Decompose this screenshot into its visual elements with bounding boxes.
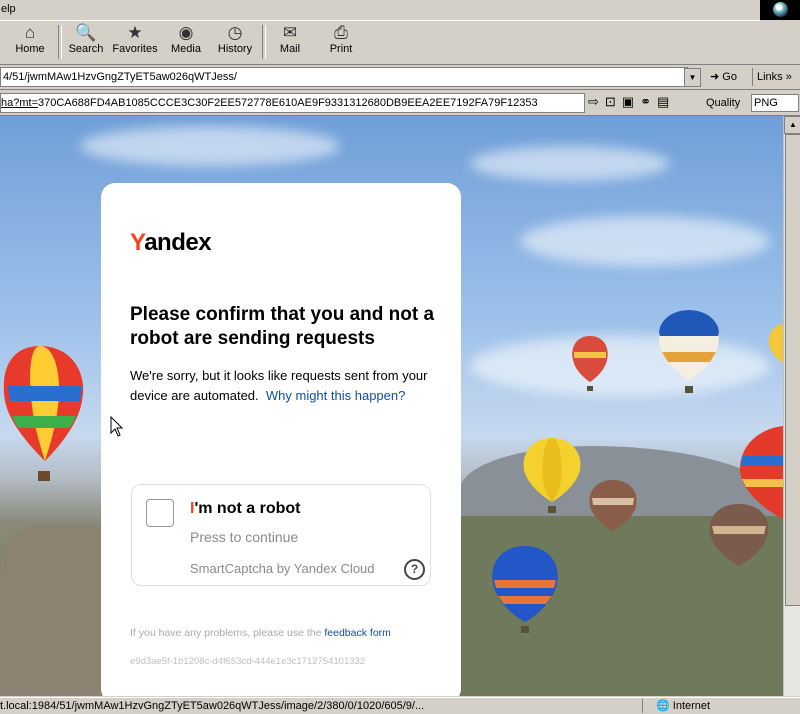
balloon-edge-yellow — [768, 323, 783, 364]
captcha-card: Yandex Please confirm that you and not a… — [101, 183, 461, 696]
vertical-scrollbar[interactable]: ▲ — [783, 116, 800, 696]
clipboard-icon[interactable]: ▤ — [657, 94, 675, 109]
mouse-cursor-icon — [110, 416, 124, 437]
address-input[interactable]: 4/51/jwmMAw1HzvGngZTyET5aw026qWTJess/ — [0, 67, 688, 87]
windows-logo — [760, 0, 800, 20]
checkbox-title[interactable]: I'm not a robot — [190, 500, 300, 518]
go-arrow-icon: ➜ — [710, 71, 720, 83]
search-icon: 🔍 — [75, 23, 97, 42]
binoculars-icon[interactable]: ⚭ — [640, 94, 657, 109]
scroll-thumb[interactable] — [785, 134, 800, 606]
cloud — [80, 126, 340, 166]
ie-throbber-icon — [773, 2, 788, 17]
security-zone: 🌐 Internet — [656, 700, 711, 712]
description: We're sorry, but it looks like requests … — [130, 368, 428, 403]
address-bar: 4/51/jwmMAw1HzvGngZTyET5aw026qWTJess/ ▼ … — [0, 65, 800, 90]
go-button[interactable]: ➜ Go — [706, 68, 741, 86]
home-button[interactable]: ⌂ Home — [12, 23, 48, 63]
proxy-url-field[interactable]: ha?mt=370CA688FD4AB1085CCCE3C30F2EE57277… — [0, 93, 585, 113]
help-icon[interactable]: ? — [404, 559, 425, 580]
history-button[interactable]: ◷ History — [214, 23, 256, 63]
media-icon: ◉ — [178, 23, 194, 42]
mail-button[interactable]: ✉ Mail — [270, 23, 310, 63]
balloon-small-red — [572, 336, 608, 391]
favorites-button[interactable]: ★ Favorites — [110, 23, 160, 63]
why-link[interactable]: Why might this happen? — [266, 388, 405, 403]
captcha-brand: SmartCaptcha by Yandex Cloud — [190, 561, 375, 576]
favorites-icon: ★ — [127, 23, 143, 42]
history-icon: ◷ — [227, 23, 243, 42]
menu-help[interactable]: elp — [1, 3, 16, 15]
feedback-link[interactable]: feedback form — [324, 627, 391, 639]
print-icon: ⎙ — [334, 23, 348, 42]
press-to-continue: Press to continue — [190, 529, 299, 545]
print-button[interactable]: ⎙ Print — [322, 23, 360, 63]
balloon-brown — [589, 480, 637, 531]
cloud — [470, 336, 770, 396]
balloon-blue — [492, 546, 558, 633]
yandex-logo: Yandex — [130, 229, 212, 256]
toolbar-separator — [262, 25, 266, 59]
home-icon: ⌂ — [24, 23, 36, 42]
bookmark-icon[interactable]: ⊡ — [605, 94, 622, 109]
links-button[interactable]: Links » — [752, 68, 792, 86]
quality-select[interactable]: PNG — [751, 94, 799, 112]
cloud — [470, 146, 670, 181]
quality-label: Quality — [706, 97, 741, 109]
forward-arrow-icon[interactable]: ⇨ — [588, 94, 605, 109]
balloon-left — [3, 346, 84, 481]
standard-toolbar: ⌂ Home 🔍 Search ★ Favorites ◉ Media ◷ Hi… — [0, 21, 800, 65]
robot-checkbox[interactable] — [146, 499, 174, 527]
save-icon[interactable]: ▣ — [622, 94, 640, 109]
search-button[interactable]: 🔍 Search — [64, 23, 108, 63]
menu-bar: elp — [0, 0, 760, 21]
toolbar-separator — [58, 25, 62, 59]
status-separator — [642, 699, 644, 713]
page-heading: Please confirm that you and not a robot … — [130, 304, 435, 349]
media-button[interactable]: ◉ Media — [166, 23, 206, 63]
request-id: e9d3ae5f-1b1208c-d4f653cd-444e1e3c171275… — [130, 656, 366, 667]
mail-icon: ✉ — [282, 23, 298, 42]
page-content: Yandex Please confirm that you and not a… — [0, 116, 783, 696]
balloon-blue-white — [659, 310, 719, 393]
balloon-brown-right — [709, 504, 769, 566]
globe-icon: 🌐 — [656, 700, 670, 712]
scroll-up-icon[interactable]: ▲ — [784, 116, 800, 134]
cloud — [520, 216, 770, 266]
smartcaptcha-widget: I'm not a robot Press to continue SmartC… — [131, 484, 431, 586]
balloon-yellow — [523, 438, 581, 513]
status-bar: t.local:1984/51/jwmMAw1HzvGngZTyET5aw026… — [0, 697, 800, 714]
problems-note: If you have any problems, please use the… — [130, 627, 391, 639]
left-rocks — [0, 526, 110, 696]
address-dropdown-icon[interactable]: ▼ — [684, 68, 701, 87]
proxy-toolbar: ha?mt=370CA688FD4AB1085CCCE3C30F2EE57277… — [0, 90, 800, 116]
status-text: t.local:1984/51/jwmMAw1HzvGngZTyET5aw026… — [0, 700, 425, 712]
proxy-toolbar-icons: ⇨⊡▣⚭▤ — [588, 93, 675, 111]
